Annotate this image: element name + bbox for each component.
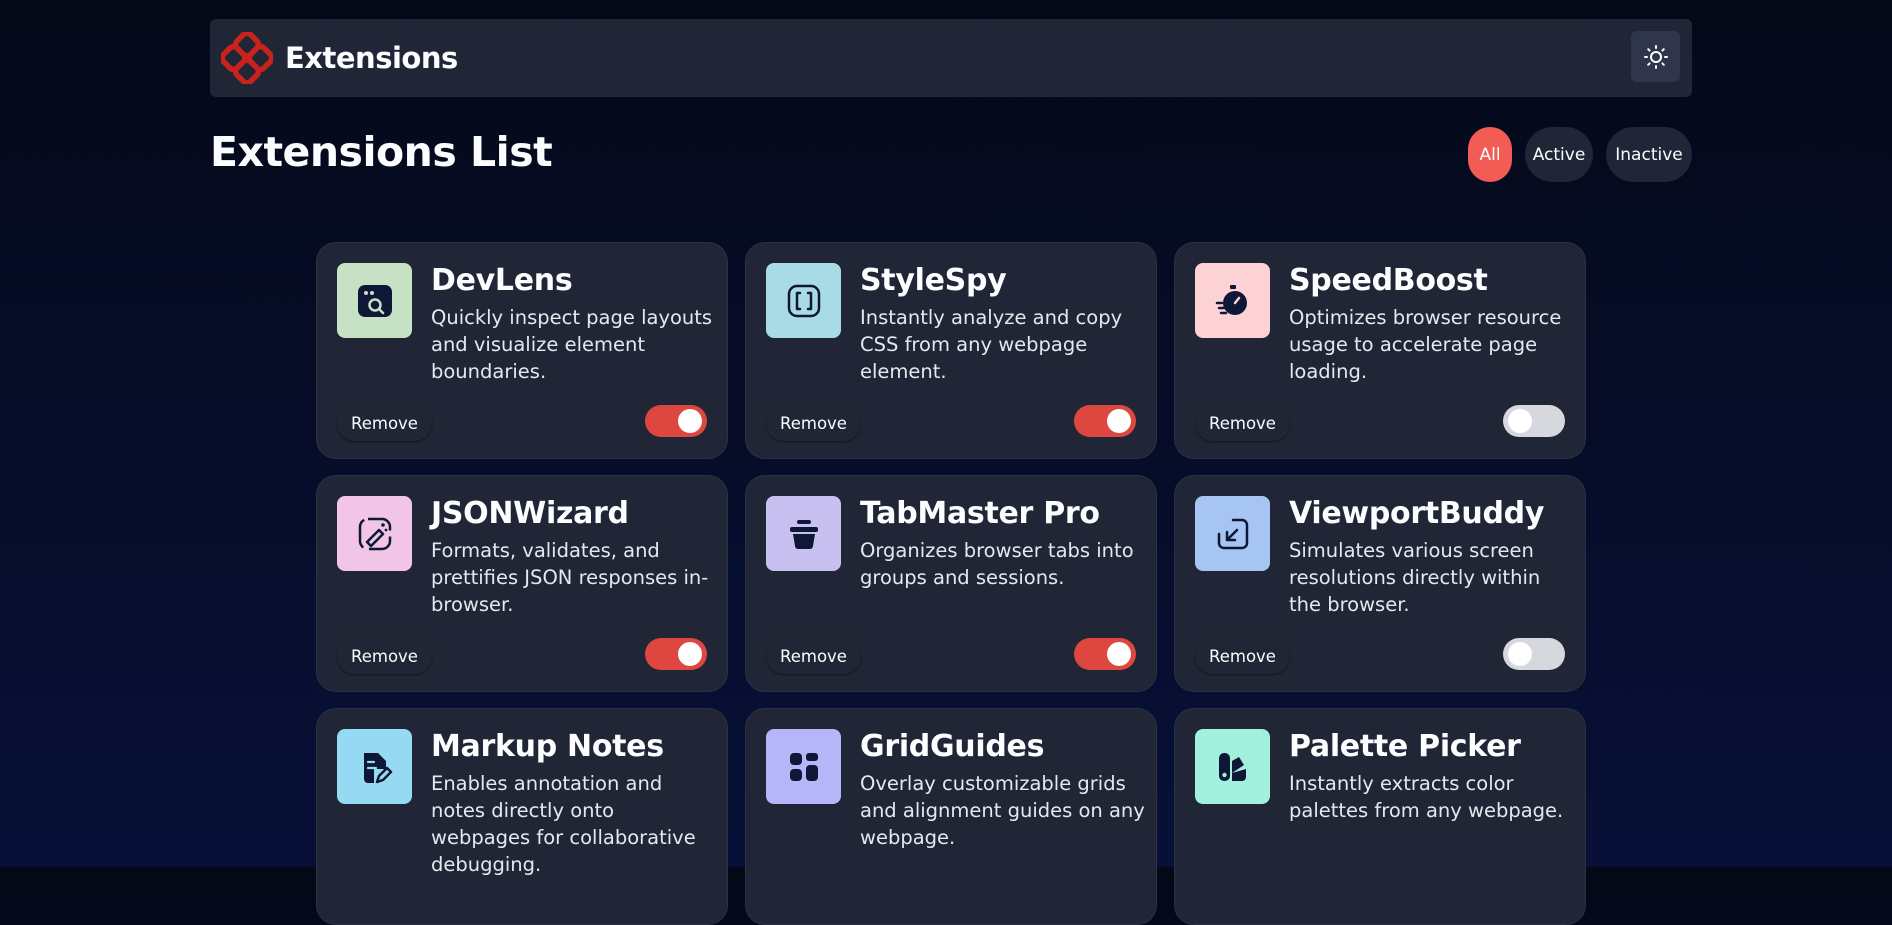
- enable-toggle[interactable]: [1503, 638, 1565, 670]
- remove-button[interactable]: Remove: [1195, 638, 1290, 674]
- page-title: Extensions List: [210, 128, 553, 176]
- filter-all-button[interactable]: All: [1468, 127, 1512, 182]
- extension-description: Overlay customizable grids and alignment…: [860, 772, 1145, 849]
- extension-card: TabMaster Pro Organizes browser tabs int…: [745, 475, 1157, 692]
- enable-toggle[interactable]: [1074, 405, 1136, 437]
- stopwatch-icon: [1195, 263, 1270, 338]
- extension-card: DevLens Quickly inspect page layouts and…: [316, 242, 728, 459]
- extension-description: Optimizes browser resource usage to acce…: [1289, 306, 1562, 383]
- logo-icon: [221, 32, 273, 84]
- app-header: Extensions: [210, 19, 1692, 97]
- enable-toggle[interactable]: [645, 638, 707, 670]
- extension-card: Markup Notes Enables annotation and note…: [316, 708, 728, 925]
- extension-name: Palette Picker: [1289, 729, 1521, 764]
- extension-name: SpeedBoost: [1289, 263, 1488, 298]
- toggle-knob: [678, 642, 702, 666]
- palette-icon: [1195, 729, 1270, 804]
- extension-name: JSONWizard: [431, 496, 629, 531]
- extension-name: DevLens: [431, 263, 573, 298]
- remove-button[interactable]: Remove: [337, 405, 432, 441]
- enable-toggle[interactable]: [1503, 405, 1565, 437]
- remove-button[interactable]: Remove: [766, 405, 861, 441]
- extension-card: ViewportBuddy Simulates various screen r…: [1174, 475, 1586, 692]
- toggle-knob: [1508, 409, 1532, 433]
- grid-icon: [766, 729, 841, 804]
- extension-card: Palette Picker Instantly extracts color …: [1174, 708, 1586, 925]
- extension-name: ViewportBuddy: [1289, 496, 1545, 531]
- extension-name: StyleSpy: [860, 263, 1007, 298]
- filter-active-button[interactable]: Active: [1525, 127, 1593, 182]
- toggle-knob: [1508, 642, 1532, 666]
- toggle-knob: [1107, 409, 1131, 433]
- note-edit-icon: [337, 729, 412, 804]
- extension-name: TabMaster Pro: [860, 496, 1100, 531]
- remove-button[interactable]: Remove: [337, 638, 432, 674]
- enable-toggle[interactable]: [645, 405, 707, 437]
- resize-icon: [1195, 496, 1270, 571]
- remove-button[interactable]: Remove: [766, 638, 861, 674]
- extension-description: Instantly extracts color palettes from a…: [1289, 772, 1564, 822]
- toggle-knob: [678, 409, 702, 433]
- extension-card: JSONWizard Formats, validates, and prett…: [316, 475, 728, 692]
- extension-card: SpeedBoost Optimizes browser resource us…: [1174, 242, 1586, 459]
- brand-name: Extensions: [285, 41, 458, 75]
- extension-card: GridGuides Overlay customizable grids an…: [745, 708, 1157, 925]
- enable-toggle[interactable]: [1074, 638, 1136, 670]
- extension-name: Markup Notes: [431, 729, 664, 764]
- browser-search-icon: [337, 263, 412, 338]
- extension-description: Formats, validates, and prettifies JSON …: [431, 539, 709, 616]
- extension-description: Instantly analyze and copy CSS from any …: [860, 306, 1123, 383]
- filter-group: All Active Inactive: [1468, 127, 1692, 182]
- brackets-icon: [766, 263, 841, 338]
- theme-toggle-button[interactable]: [1631, 31, 1680, 82]
- extension-description: Quickly inspect page layouts and visuali…: [431, 306, 713, 383]
- extension-card: StyleSpy Instantly analyze and copy CSS …: [745, 242, 1157, 459]
- extensions-grid: DevLens Quickly inspect page layouts and…: [316, 242, 1586, 925]
- extension-name: GridGuides: [860, 729, 1045, 764]
- sun-icon: [1643, 44, 1668, 69]
- wand-icon: [337, 496, 412, 571]
- box-icon: [766, 496, 841, 571]
- toggle-knob: [1107, 642, 1131, 666]
- extension-description: Simulates various screen resolutions dir…: [1289, 539, 1541, 616]
- remove-button[interactable]: Remove: [1195, 405, 1290, 441]
- extension-description: Organizes browser tabs into groups and s…: [860, 539, 1134, 589]
- extension-description: Enables annotation and notes directly on…: [431, 772, 696, 876]
- filter-inactive-button[interactable]: Inactive: [1606, 127, 1692, 182]
